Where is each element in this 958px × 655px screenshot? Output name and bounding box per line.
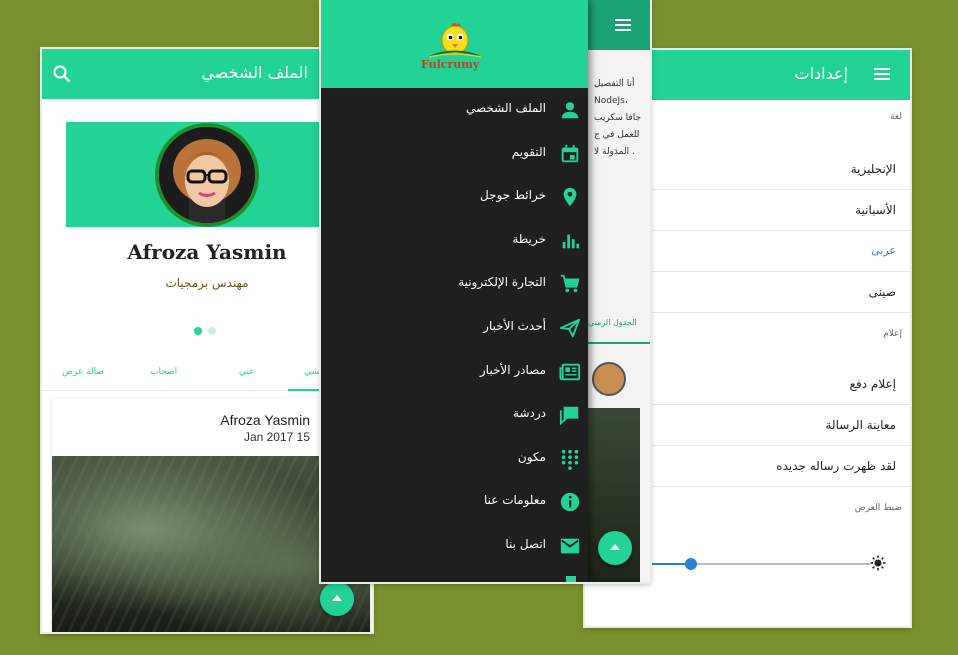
language-option-label: الإنجليزية xyxy=(850,162,896,176)
section-language: لغة xyxy=(890,112,902,122)
cart-icon xyxy=(560,275,580,293)
background-text-line: جافا سكريب xyxy=(594,113,642,123)
background-page: أنا التفصيل NodeJs، جافا سكريب للعمل في … xyxy=(588,0,650,582)
tab-friends[interactable]: اصحاب xyxy=(150,367,177,377)
brightness-icon xyxy=(870,555,886,575)
apps-grid-icon xyxy=(561,449,579,470)
menu-item-label: خريطة xyxy=(512,231,546,246)
post-author: Afroza Yasmin xyxy=(220,412,310,428)
drawer-screen: أنا التفصيل NodeJs، جافا سكريب للعمل في … xyxy=(321,0,650,582)
menu-item-label: أحدث الأخبار xyxy=(483,319,546,333)
post-date: Jan 2017 15 xyxy=(243,430,310,444)
email-icon xyxy=(560,538,580,554)
profile-avatar[interactable] xyxy=(155,123,259,227)
menu-item-google-maps[interactable]: خرائط جوجل xyxy=(321,175,588,219)
drawer-header: Fulcrumy xyxy=(321,0,588,88)
menu-item-contact[interactable]: اتصل بنا xyxy=(321,524,588,568)
profile-title: الملف الشخصي xyxy=(201,63,308,82)
language-option-label: عربى xyxy=(871,244,896,257)
background-avatar xyxy=(592,362,626,396)
person-icon xyxy=(561,102,579,119)
carousel-dot[interactable] xyxy=(208,327,216,335)
notification-option-label: لقد ظهرت رساله جديده xyxy=(776,459,896,473)
navigation-drawer: Fulcrumy الملف الشخصي التقويم خرائط جوجل… xyxy=(321,0,588,582)
chat-icon xyxy=(559,406,579,426)
bar-chart-icon xyxy=(562,234,580,249)
background-tab[interactable]: الجدول الزمني xyxy=(588,310,650,344)
location-pin-icon xyxy=(563,188,577,207)
section-notifications: إعلام xyxy=(883,329,902,339)
menu-item-profile[interactable]: الملف الشخصي xyxy=(321,88,588,132)
menu-item-partial-icon xyxy=(566,576,576,582)
send-icon xyxy=(559,318,581,338)
settings-title: إعدادات xyxy=(794,64,848,83)
menu-item-label: التجارة الإلكترونية xyxy=(458,275,546,290)
menu-item-label: الملف الشخصي xyxy=(466,101,546,115)
menu-item-component[interactable]: مكون xyxy=(321,437,588,481)
menu-item-label: مصادر الأخبار xyxy=(479,362,546,377)
newspaper-icon xyxy=(559,363,581,380)
menu-item-chat[interactable]: دردشة xyxy=(321,393,588,437)
scroll-top-button[interactable] xyxy=(598,531,632,565)
menu-icon[interactable] xyxy=(615,19,631,31)
menu-item-calendar[interactable]: التقويم xyxy=(321,132,588,176)
menu-item-ecommerce[interactable]: التجارة الإلكترونية xyxy=(321,262,588,306)
language-option-label: الأسبانية xyxy=(855,203,896,217)
background-app-bar xyxy=(588,0,650,50)
menu-item-chart[interactable]: خريطة xyxy=(321,219,588,263)
info-icon xyxy=(560,493,580,512)
background-text-line: للعمل في ج xyxy=(594,130,640,140)
tab-about[interactable]: عني xyxy=(239,367,255,377)
scroll-top-button[interactable] xyxy=(320,582,354,616)
menu-item-latest-news[interactable]: أحدث الأخبار xyxy=(321,306,588,350)
search-icon[interactable] xyxy=(52,64,72,88)
background-text-line: أنا التفصيل xyxy=(594,79,635,89)
menu-item-about[interactable]: معلومات عنا xyxy=(321,480,588,524)
notification-option-label: معاينة الرسالة xyxy=(825,418,897,432)
carousel-dots xyxy=(194,320,222,339)
logo-text: Fulcrumy xyxy=(421,58,480,71)
menu-item-label: دردشة xyxy=(513,406,546,421)
menu-item-news-sources[interactable]: مصادر الأخبار xyxy=(321,350,588,394)
tab-gallery[interactable]: صالة عرض xyxy=(62,367,104,377)
background-tab-label: الجدول الزمني xyxy=(588,318,637,327)
notification-option-label: إعلام دفع xyxy=(849,377,896,391)
background-text-line: المدَولة لا . xyxy=(594,147,635,157)
menu-item-label: خرائط جوجل xyxy=(479,188,546,203)
menu-item-label: اتصل بنا xyxy=(505,537,546,551)
brightness-slider-thumb[interactable] xyxy=(685,558,697,570)
section-display: ضبط العرض xyxy=(854,503,902,513)
carousel-dot-active[interactable] xyxy=(194,327,202,335)
menu-icon[interactable] xyxy=(874,68,890,80)
background-text-line: NodeJs، xyxy=(594,96,628,106)
menu-item-label: معلومات عنا xyxy=(483,493,546,508)
language-option-label: صينى xyxy=(868,285,896,299)
calendar-icon xyxy=(561,144,579,162)
menu-item-label: مكون xyxy=(517,449,546,464)
menu-item-label: التقويم xyxy=(511,144,546,159)
background-text: أنا التفصيل NodeJs، جافا سكريب للعمل في … xyxy=(594,76,650,161)
